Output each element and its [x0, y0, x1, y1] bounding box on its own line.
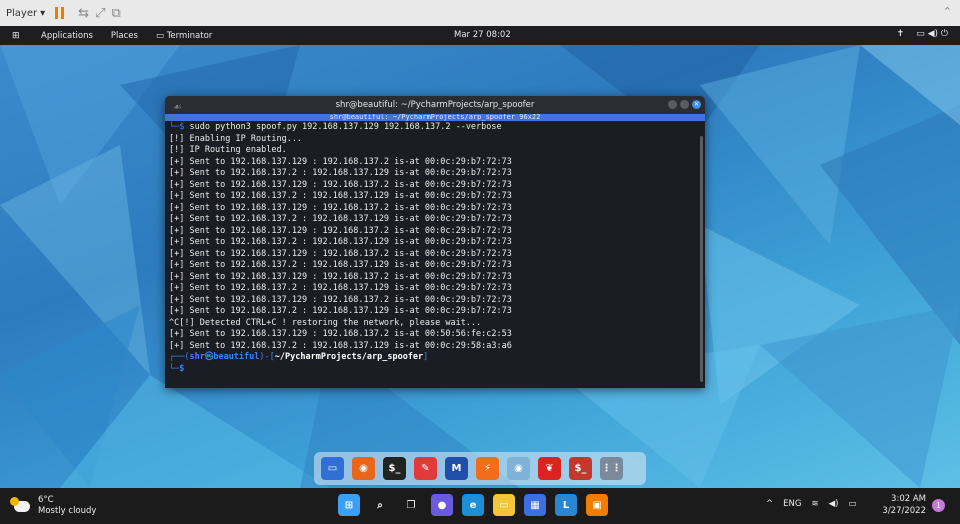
- burpsuite-icon[interactable]: ⚡: [476, 457, 499, 480]
- terminal-line: [+] Sent to 192.168.137.2 : 192.168.137.…: [169, 237, 512, 247]
- player-menu[interactable]: Player ▾: [6, 8, 45, 19]
- terminal-line: [+] Sent to 192.168.137.2 : 192.168.137.…: [169, 283, 512, 293]
- terminal-app-label: Terminator: [166, 30, 213, 41]
- activities-grid-icon[interactable]: ⊞: [12, 31, 23, 41]
- windows-taskbar: 6°C Mostly cloudy ⊞ ⌕ ❐ ● e ▭ ▦ L ▣ ^ ENG ≋ ◀) ▭…: [0, 488, 960, 524]
- notification-badge[interactable]: 1: [932, 499, 945, 512]
- terminal-line: [+] Sent to 192.168.137.129 : 192.168.13…: [169, 179, 512, 190]
- prompt-line-1: ┌──(shr㉿beautiful)-[~/PycharmProjects/ar…: [169, 352, 429, 362]
- terminal-line: [+] Sent to 192.168.137.129 : 192.168.13…: [169, 225, 512, 236]
- firefox-icon[interactable]: ◉: [352, 457, 375, 480]
- collapse-toolbar-icon[interactable]: ⌃: [943, 5, 952, 18]
- chevron-up-icon[interactable]: ^: [766, 499, 773, 509]
- system-status-icons[interactable]: ▭ ◀) ⏻: [916, 29, 948, 39]
- terminal-line: [+] Sent to 192.168.137.129 : 192.168.13…: [169, 271, 512, 282]
- close-button[interactable]: ×: [692, 100, 701, 109]
- fit-window-icon[interactable]: ⤢: [95, 6, 105, 21]
- prompt-path: ~/PycharmProjects/arp_spoofer: [274, 352, 424, 362]
- kali-terminal-icon[interactable]: $_: [569, 457, 592, 480]
- kali-dock: ▭ ◉ $_ ✎ M ⚡ ◉ ❦ $_ ⋮⋮: [314, 452, 646, 485]
- terminal-line: ^C[!] Detected CTRL+C ! restoring the ne…: [169, 317, 482, 328]
- accessibility-icon[interactable]: ✝: [897, 29, 905, 39]
- places-menu[interactable]: Places: [111, 31, 138, 41]
- taskbar-date: 3/27/2022: [882, 506, 926, 516]
- eye-icon[interactable]: ◉: [507, 457, 530, 480]
- terminal-line: [+] Sent to 192.168.137.129 : 192.168.13…: [169, 329, 512, 339]
- wifi-icon[interactable]: ≋: [811, 499, 818, 509]
- text-editor-icon[interactable]: ✎: [414, 457, 437, 480]
- terminal-line: [+] Sent to 192.168.137.129 : 192.168.13…: [169, 248, 512, 259]
- store-icon[interactable]: ▦: [524, 494, 546, 516]
- terminal-line: [+] Sent to 192.168.137.2 : 192.168.137.…: [169, 214, 512, 224]
- terminal-line: [+] Sent to 192.168.137.2 : 192.168.137.…: [169, 340, 512, 351]
- teams-chat-icon[interactable]: ●: [431, 494, 453, 516]
- file-explorer-icon[interactable]: ▭: [493, 494, 515, 516]
- pause-button[interactable]: [55, 7, 65, 19]
- weather-condition: Mostly cloudy: [38, 506, 97, 516]
- prompt-user-host: shr㉿beautiful: [189, 352, 260, 362]
- search-icon[interactable]: ⌕: [369, 494, 391, 516]
- terminator-tab-bar[interactable]: shr@beautiful: ~/PycharmProjects/arp_spo…: [165, 114, 705, 121]
- terminal-icon[interactable]: $_: [383, 457, 406, 480]
- terminal-line: [+] Sent to 192.168.137.2 : 192.168.137.…: [169, 168, 512, 178]
- l-app-icon[interactable]: L: [555, 494, 577, 516]
- gnome-top-panel: ⊞ Applications Places ▭ Terminator Mar 2…: [0, 26, 960, 45]
- terminal-line: [!] Enabling IP Routing...: [169, 133, 303, 144]
- terminal-window[interactable]: ☙ shr@beautiful: ~/PycharmProjects/arp_s…: [165, 96, 705, 388]
- weather-temperature: 6°C: [38, 495, 54, 505]
- terminal-app-indicator[interactable]: ▭ Terminator: [156, 31, 212, 41]
- taskbar-clock[interactable]: 3:02 AM 3/27/2022: [878, 493, 926, 517]
- unity-mode-icon[interactable]: ⧉: [111, 6, 120, 21]
- applications-menu[interactable]: Applications: [41, 31, 93, 41]
- prompt-line-2[interactable]: └─$: [169, 364, 701, 376]
- terminal-line: [+] Sent to 192.168.137.2 : 192.168.137.…: [169, 306, 512, 316]
- maximize-button[interactable]: [680, 100, 689, 109]
- prompt-dollar: $: [179, 363, 185, 374]
- terminal-scrollbar[interactable]: [700, 136, 703, 382]
- minimize-button[interactable]: [668, 100, 677, 109]
- show-apps-icon[interactable]: ⋮⋮: [600, 457, 623, 480]
- chevron-down-icon: ▾: [40, 7, 46, 19]
- task-view-icon[interactable]: ❐: [400, 494, 422, 516]
- terminal-line: └─$ sudo python3 spoof.py 192.168.137.12…: [169, 122, 502, 132]
- weather-widget[interactable]: 6°C Mostly cloudy: [10, 495, 97, 517]
- language-indicator[interactable]: ENG: [783, 499, 801, 509]
- terminal-line: [+] Sent to 192.168.137.129 : 192.168.13…: [169, 156, 512, 167]
- player-menu-label: Player: [6, 7, 38, 19]
- volume-icon[interactable]: ◀): [829, 499, 839, 509]
- battery-icon[interactable]: ▭: [848, 499, 856, 509]
- kali-dragon-icon: ☙: [173, 102, 182, 113]
- terminal-small-icon: ▭: [155, 30, 167, 41]
- terminal-line: [+] Sent to 192.168.137.129 : 192.168.13…: [169, 202, 512, 213]
- terminal-title: shr@beautiful: ~/PycharmProjects/arp_spo…: [335, 100, 535, 110]
- vmware-player-bar: Player ▾ ⇆ ⤢ ⧉ ⌃: [0, 0, 960, 27]
- terminal-line: [+] Sent to 192.168.137.2 : 192.168.137.…: [169, 260, 512, 270]
- files-icon[interactable]: ▭: [321, 457, 344, 480]
- send-ctrl-alt-del-icon[interactable]: ⇆: [78, 6, 89, 21]
- terminal-line: [+] Sent to 192.168.137.2 : 192.168.137.…: [169, 191, 512, 201]
- system-tray: ^ ENG ≋ ◀) ▭: [766, 499, 856, 509]
- metasploit-icon[interactable]: M: [445, 457, 468, 480]
- edge-icon[interactable]: e: [462, 494, 484, 516]
- terminal-line: [!] IP Routing enabled.: [169, 145, 287, 155]
- terminal-output[interactable]: └─$ sudo python3 spoof.py 192.168.137.12…: [165, 121, 705, 376]
- panel-clock[interactable]: Mar 27 08:02: [454, 30, 511, 40]
- windows-start-icon[interactable]: ⊞: [338, 494, 360, 516]
- terminal-line: [+] Sent to 192.168.137.129 : 192.168.13…: [169, 294, 512, 305]
- pause-icon: [55, 7, 59, 19]
- taskbar-time: 3:02 AM: [891, 494, 926, 504]
- cherrytree-icon[interactable]: ❦: [538, 457, 561, 480]
- terminal-titlebar[interactable]: ☙ shr@beautiful: ~/PycharmProjects/arp_s…: [165, 96, 705, 114]
- vmware-icon[interactable]: ▣: [586, 494, 608, 516]
- partly-cloudy-icon: [10, 496, 30, 512]
